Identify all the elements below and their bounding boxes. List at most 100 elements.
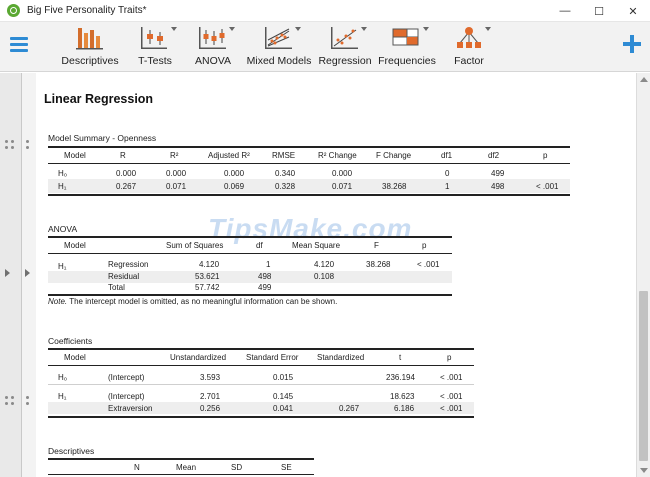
column-header: RMSE [272,151,296,160]
column-header: Model [64,151,86,160]
column-header: F [374,241,379,250]
scroll-up-arrow-icon[interactable] [640,77,648,82]
adj-r2-cell: 0.000 [224,169,245,178]
t-cell: 236.194 [386,373,415,382]
table-top-rule [48,458,314,460]
ribbon-factor-button[interactable]: Factor [451,25,491,70]
table-header-rule [48,365,474,366]
df2-cell: 498 [491,182,505,191]
table-header-rule [48,163,570,164]
term-cell: Total [108,283,125,292]
term-cell: Extraversion [108,404,153,413]
column-header: Standardized [317,353,365,362]
results-scrollbar[interactable] [636,73,650,477]
ms-cell: 0.108 [314,272,335,281]
window-controls: — ☐ ✕ [548,0,650,22]
unstandardized-cell: 3.593 [200,373,221,382]
bar-chart-icon [74,25,106,51]
rmse-cell: 0.328 [275,182,296,191]
left-panel-gutter [0,73,36,477]
ribbon-descriptives-button[interactable]: Descriptives [60,25,120,70]
add-module-plus-icon[interactable] [622,34,642,54]
f-change-cell: 38.268 [382,182,407,191]
standardized-cell: 0.267 [339,404,360,413]
note-label: Note. [48,297,68,306]
column-header: Model [64,241,86,250]
ribbon-frequencies-button[interactable]: Frequencies [378,25,436,70]
mixed-models-menu-caret-icon [295,27,301,31]
scrollbar-thumb[interactable] [639,291,648,461]
column-header: R [120,151,126,160]
standard-error-cell: 0.015 [273,373,294,382]
column-header: df1 [441,151,453,160]
term-cell: Regression [108,260,149,269]
column-header: Sum of Squares [166,241,224,250]
drag-handle-icon[interactable] [4,395,18,409]
column-header: Mean [176,463,197,472]
results-panel: Linear Regression Model Summary - Openne… [36,73,636,477]
r2-cell: 0.071 [166,182,187,191]
expand-arrow-icon[interactable] [25,269,30,277]
df-cell: 498 [258,272,272,281]
model-cell: H₀ [58,169,68,178]
table-bottom-rule [48,416,474,418]
ribbon-regression-label: Regression [318,55,372,67]
table-header-rule [48,253,452,254]
anova-footnote: Note. The intercept model is omitted, as… [48,297,337,306]
p-cell: < .001 [440,404,463,413]
ss-cell: 57.742 [195,283,220,292]
minimize-button[interactable]: — [548,0,582,22]
r-cell: 0.000 [116,169,137,178]
table-header-rule [48,474,314,475]
ribbon-regression-button[interactable]: Regression [318,25,372,70]
ribbon-t-tests-button[interactable]: T-Tests [135,25,177,70]
column-header: Mean Square [292,241,341,250]
p-cell: < .001 [440,392,463,401]
ribbon-anova-label: ANOVA [195,55,231,67]
ribbon-anova-button[interactable]: ANOVA [195,25,235,70]
ribbon-mixed-models-button[interactable]: Mixed Models [246,25,312,70]
unstandardized-cell: 0.256 [200,404,221,413]
title-bar: Big Five Personality Traits* — ☐ ✕ [0,0,650,22]
frequencies-icon [391,25,429,51]
model-summary-title: Model Summary - Openness [48,133,157,143]
ss-cell: 53.621 [195,272,220,281]
factor-icon [453,25,491,51]
column-header: R² Change [318,151,357,160]
column-header: Model [64,353,86,362]
mixed-models-icon [263,25,301,51]
df1-cell: 0 [445,169,450,178]
scroll-down-arrow-icon[interactable] [640,468,648,473]
close-button[interactable]: ✕ [616,0,650,22]
column-header: Standard Error [246,353,299,362]
standard-error-cell: 0.145 [273,392,294,401]
ribbon-frequencies-label: Frequencies [378,55,436,67]
term-cell: (Intercept) [108,392,145,401]
coefficients-title: Coefficients [48,336,93,346]
drag-handle-icon[interactable] [4,139,18,153]
column-header: df2 [488,151,500,160]
descriptives-title: Descriptives [48,446,95,456]
column-header: SD [231,463,243,472]
column-header: Adjusted R² [208,151,250,160]
p-cell: < .001 [417,260,440,269]
maximize-button[interactable]: ☐ [582,0,616,22]
t-cell: 18.623 [390,392,415,401]
row-separator [48,384,474,385]
column-header: F Change [376,151,412,160]
table-top-rule [48,348,474,350]
expand-arrow-icon[interactable] [5,269,10,277]
unstandardized-cell: 2.701 [200,392,221,401]
r2-change-cell: 0.000 [332,169,353,178]
results-heading: Linear Regression [44,92,154,106]
window-title: Big Five Personality Traits* [27,5,147,16]
frequencies-menu-caret-icon [423,27,429,31]
ribbon-mixed-models-label: Mixed Models [246,55,312,67]
term-cell: Residual [108,272,140,281]
ribbon-toolbar: Descriptives T-Tests ANOVA Mixed Models … [0,22,650,72]
r-cell: 0.267 [116,182,137,191]
ms-cell: 4.120 [314,260,335,269]
menu-icon[interactable] [10,37,28,53]
column-header: R² [170,151,179,160]
column-header: p [422,241,427,250]
